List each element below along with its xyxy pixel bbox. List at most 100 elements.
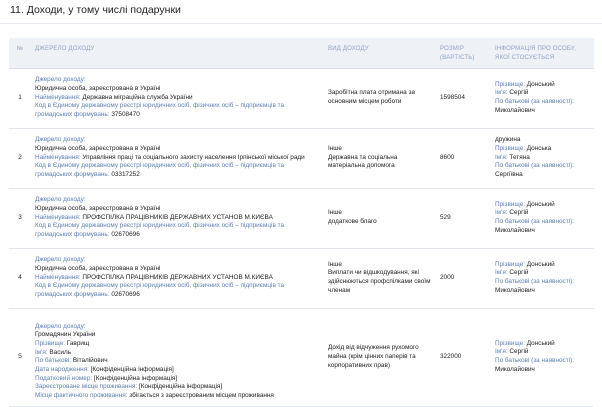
source-code-label: Код в Єдиному державному реєстрі юридичн…	[35, 282, 285, 299]
source-code: 37508470	[111, 111, 140, 119]
source-reg: [Конфіденційна інформація]	[138, 383, 223, 391]
source-surname-label: Прізвище:	[35, 339, 65, 347]
income-table: № ДЖЕРЕЛО ДОХОДУ ВИД ДОХОДУ РОЗМІР (ВАРТ…	[9, 38, 594, 407]
source-name-label: Найменування:	[35, 273, 81, 281]
person-relation: дружина	[495, 136, 521, 144]
person-patronymic: Миколайович	[495, 106, 535, 114]
income-type: Інше Виплати чи відшкодування, які здійс…	[324, 248, 436, 309]
row-number: 3	[9, 188, 31, 249]
source-tax-label: Податковий номер:	[35, 374, 93, 382]
table-row: 3 Джерело доходу: Юридична особа, зареєс…	[9, 188, 594, 249]
person-name: Сергій	[509, 348, 529, 356]
source-heading: Джерело доходу:	[35, 256, 86, 264]
income-source: Джерело доходу: Юридична особа, зареєстр…	[31, 248, 324, 309]
source-name-label: Найменування:	[35, 213, 81, 221]
source-entity: Юридична особа, зареєстрована в Україні	[35, 204, 161, 212]
income-type-main: Інше	[328, 260, 342, 268]
income-amount: 529	[436, 188, 491, 249]
source-name: Управління праці та соціального захисту …	[82, 153, 305, 161]
source-tax: [Конфіденційна інформація]	[93, 374, 178, 382]
person-name: Тетяна	[509, 153, 530, 161]
source-code: 02670696	[111, 231, 140, 239]
source-actual-label: Місце фактичного проживання:	[35, 392, 128, 400]
source-name-label: Найменування:	[35, 153, 81, 161]
header-person: ІНФОРМАЦІЯ ПРО ОСОБУ, ЯКОЇ СТОСУЄТЬСЯ	[491, 38, 594, 69]
person-patronymic-label: По батькові (за наявності):	[495, 98, 574, 105]
person-surname-label: Прізвище:	[495, 144, 525, 152]
person-patronymic: Сергіївна	[495, 171, 523, 179]
person-patronymic-label: По батькові (за наявності):	[495, 357, 574, 365]
person-surname: Донський	[526, 200, 555, 208]
source-entity: Громадянин України	[35, 331, 96, 339]
source-entity: Юридична особа, зареєстрована в Україні	[35, 144, 161, 152]
income-type: Інше Державна та соціальна матеріальна д…	[324, 128, 436, 189]
person-info: Прізвище: Донський Ім'я: Сергій По батьк…	[491, 188, 594, 249]
person-info: Прізвище: Донський Ім'я: Сергій По батьк…	[491, 308, 594, 407]
person-info: Прізвище: Донський Ім'я: Сергій По батьк…	[491, 68, 594, 129]
person-name-label: Ім'я:	[495, 348, 508, 356]
person-patronymic-label: По батькові (за наявності):	[495, 218, 574, 225]
table-row: 4 Джерело доходу: Юридична особа, зареєс…	[9, 248, 594, 309]
person-name-label: Ім'я:	[495, 153, 508, 161]
income-source: Джерело доходу: Юридична особа, зареєстр…	[31, 68, 324, 129]
income-type-detail: Виплати чи відшкодування, які здійснюють…	[328, 269, 431, 294]
income-amount: 1598504	[436, 68, 491, 129]
table-header-row: № ДЖЕРЕЛО ДОХОДУ ВИД ДОХОДУ РОЗМІР (ВАРТ…	[9, 38, 594, 69]
source-code: 02670696	[111, 291, 140, 299]
source-surname: Гаврищ	[66, 339, 90, 347]
income-amount: 322000	[436, 308, 491, 407]
person-name-label: Ім'я:	[495, 209, 508, 217]
person-surname-label: Прізвище:	[495, 80, 525, 88]
source-code: 03317252	[111, 171, 140, 179]
person-surname: Донська	[526, 144, 552, 152]
income-amount: 8600	[436, 128, 491, 189]
row-number: 2	[9, 128, 31, 189]
source-heading: Джерело доходу:	[35, 196, 86, 204]
header-amount: РОЗМІР (ВАРТІСТЬ)	[436, 38, 491, 69]
person-surname-label: Прізвище:	[495, 200, 525, 208]
header-source: ДЖЕРЕЛО ДОХОДУ	[31, 38, 324, 69]
source-patronymic: Віталійович	[72, 357, 108, 365]
person-patronymic-label: По батькові (за наявності):	[495, 278, 574, 285]
source-reg-label: Зареєстроване місце проживання:	[35, 383, 138, 391]
section-title: 11. Доходи, у тому числі подарунки	[10, 4, 181, 16]
income-type-main: Інше	[328, 209, 342, 217]
income-amount: 2000	[436, 248, 491, 309]
source-code-label: Код в Єдиному державному реєстрі юридичн…	[35, 102, 285, 119]
person-name: Сергій	[509, 89, 529, 97]
person-patronymic: Миколайович	[495, 286, 535, 294]
source-name: Державна міграційна служба України	[82, 93, 193, 101]
income-source: Джерело доходу: Громадянин України Прізв…	[31, 308, 324, 407]
row-number: 1	[9, 68, 31, 129]
person-patronymic: Миколайович	[495, 226, 535, 234]
header-number: №	[9, 38, 31, 69]
table-row: 1 Джерело доходу: Юридична особа, зареєс…	[9, 68, 594, 129]
income-type-detail: додаткове благо	[328, 218, 377, 225]
person-name-label: Ім'я:	[495, 269, 508, 277]
table-row: 5 Джерело доходу: Громадянин України Прі…	[9, 308, 594, 407]
source-heading: Джерело доходу:	[35, 322, 86, 330]
person-info: дружина Прізвище: Донська Ім'я: Тетяна П…	[491, 128, 594, 189]
income-type: Інше додаткове благо	[324, 188, 436, 249]
source-heading: Джерело доходу:	[35, 136, 86, 144]
income-source: Джерело доходу: Юридична особа, зареєстр…	[31, 128, 324, 189]
person-patronymic-label: По батькові (за наявності):	[495, 162, 574, 170]
person-patronymic: Миколайович	[495, 365, 535, 373]
source-actual: збігається з зареєстрованим місцем прожи…	[129, 392, 274, 400]
row-number: 4	[9, 248, 31, 309]
row-number: 5	[9, 308, 31, 407]
person-surname-label: Прізвище:	[495, 260, 525, 268]
income-type: Дохід від відчуження рухомого майна (крі…	[324, 308, 436, 407]
income-type: Заробітна плата отримана за основним міс…	[324, 68, 436, 129]
person-name: Сергій	[509, 209, 529, 217]
header-type: ВИД ДОХОДУ	[324, 38, 436, 69]
person-surname: Донський	[526, 80, 555, 88]
income-type-detail: Державна та соціальна матеріальна допомо…	[328, 153, 398, 170]
income-source: Джерело доходу: Юридична особа, зареєстр…	[31, 188, 324, 249]
title-divider	[0, 23, 602, 24]
table-row: 2 Джерело доходу: Юридична особа, зареєс…	[9, 128, 594, 189]
source-name: ПРОФСПІЛКА ПРАЦІВНИКІВ ДЕРЖАВНИХ УСТАНОВ…	[82, 213, 273, 221]
source-patronymic-label: По батькові:	[35, 357, 72, 365]
source-name: ПРОФСПІЛКА ПРАЦІВНИКІВ ДЕРЖАВНИХ УСТАНОВ…	[82, 273, 273, 281]
income-table-container: № ДЖЕРЕЛО ДОХОДУ ВИД ДОХОДУ РОЗМІР (ВАРТ…	[9, 38, 594, 407]
